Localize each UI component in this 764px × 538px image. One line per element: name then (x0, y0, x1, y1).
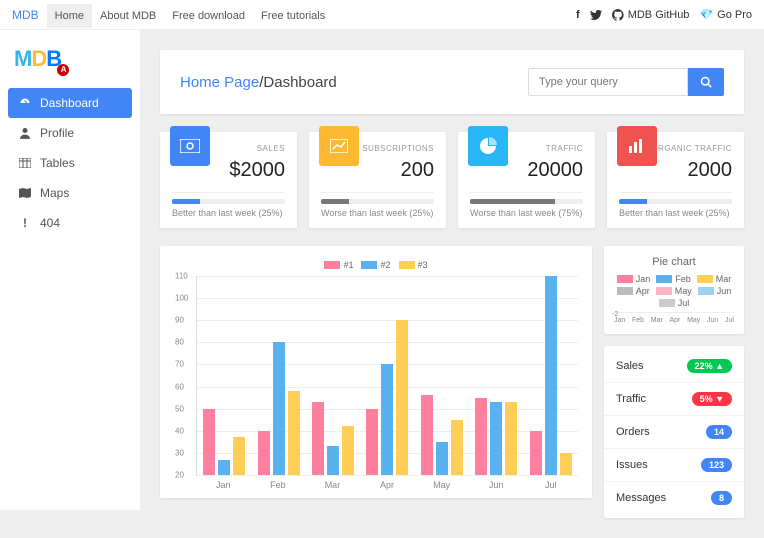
pie-legend-feb[interactable]: Feb (656, 274, 691, 284)
user-icon (18, 127, 32, 139)
gopro-link[interactable]: 💎 Go Pro (699, 8, 752, 21)
github-link[interactable]: MDB GitHub (612, 9, 690, 21)
topnav-item-about-mdb[interactable]: About MDB (92, 4, 164, 28)
main-chart-card: #1#2#3 2030405060708090100110 JanFebMarA… (160, 246, 592, 498)
bar[interactable] (312, 402, 324, 475)
table-icon (18, 158, 32, 168)
bars-icon (617, 126, 657, 166)
progress-bar (470, 199, 583, 204)
legend-#3[interactable]: #3 (399, 260, 428, 270)
bar[interactable] (545, 276, 557, 475)
chart-icon (319, 126, 359, 166)
bar[interactable] (490, 402, 502, 475)
logo: MDBA (8, 38, 132, 88)
summary-list: Sales22% ▲Traffic5% ▼Orders14Issues123Me… (604, 346, 744, 518)
bar[interactable] (233, 437, 245, 475)
bar[interactable] (218, 460, 230, 475)
excl-icon: ! (18, 216, 32, 230)
money-icon (170, 126, 210, 166)
topnav-item-free-tutorials[interactable]: Free tutorials (253, 4, 333, 28)
sidebar-item-dashboard[interactable]: Dashboard (8, 88, 132, 118)
search-button[interactable] (688, 68, 724, 96)
bar[interactable] (560, 453, 572, 475)
gauge-icon (18, 97, 32, 109)
search-input[interactable] (528, 68, 688, 96)
stat-card-sales: SALES$2000Better than last week (25%) (160, 132, 297, 228)
bar[interactable] (258, 431, 270, 475)
twitter-icon[interactable] (590, 10, 602, 20)
progress-bar (172, 199, 285, 204)
bar[interactable] (203, 409, 215, 475)
legend-#1[interactable]: #1 (324, 260, 353, 270)
badge: 123 (701, 458, 732, 472)
stat-card-subscriptions: SUBSCRIPTIONS200Worse than last week (25… (309, 132, 446, 228)
breadcrumb: Home Page/Dashboard (180, 74, 337, 91)
badge: 14 (706, 425, 732, 439)
bar[interactable] (451, 420, 463, 475)
bar[interactable] (381, 364, 393, 475)
pie-legend-mar[interactable]: Mar (697, 274, 732, 284)
list-item-traffic[interactable]: Traffic5% ▼ (604, 383, 744, 416)
bar[interactable] (342, 426, 354, 475)
bar[interactable] (530, 431, 542, 475)
bar[interactable] (436, 442, 448, 475)
stat-card-organic-traffic: ORGANIC TRAFFIC2000Better than last week… (607, 132, 744, 228)
pie-legend-jan[interactable]: Jan (617, 274, 651, 284)
pie-chart-card: Pie chart JanFebMarAprMayJunJul -2JanFeb… (604, 246, 744, 334)
list-item-orders[interactable]: Orders14 (604, 416, 744, 449)
header-card: Home Page/Dashboard (160, 50, 744, 114)
brand-link[interactable]: MDB (12, 8, 39, 22)
breadcrumb-home[interactable]: Home Page (180, 74, 259, 91)
bar[interactable] (273, 342, 285, 475)
top-nav: MDB HomeAbout MDBFree downloadFree tutor… (0, 0, 764, 30)
map-icon (18, 188, 32, 198)
progress-bar (321, 199, 434, 204)
progress-bar (619, 199, 732, 204)
bar[interactable] (396, 320, 408, 475)
list-item-issues[interactable]: Issues123 (604, 449, 744, 482)
bar[interactable] (421, 395, 433, 475)
sidebar-item-404[interactable]: !404 (8, 208, 132, 238)
bar[interactable] (475, 398, 487, 475)
badge: 5% ▼ (692, 392, 732, 406)
facebook-icon[interactable]: f (576, 9, 580, 21)
badge: 22% ▲ (687, 359, 732, 373)
pie-legend-may[interactable]: May (656, 286, 692, 296)
badge: 8 (711, 491, 732, 505)
list-item-messages[interactable]: Messages8 (604, 482, 744, 514)
list-item-sales[interactable]: Sales22% ▲ (604, 350, 744, 383)
bar[interactable] (366, 409, 378, 475)
bar[interactable] (288, 391, 300, 475)
bar[interactable] (327, 446, 339, 475)
sidebar-item-tables[interactable]: Tables (8, 148, 132, 178)
pie-legend-jul[interactable]: Jul (659, 298, 690, 308)
pie-legend-apr[interactable]: Apr (617, 286, 650, 296)
topnav-item-free-download[interactable]: Free download (164, 4, 253, 28)
pie-legend-jun[interactable]: Jun (698, 286, 732, 296)
legend-#2[interactable]: #2 (361, 260, 390, 270)
stat-card-traffic: TRAFFIC20000Worse than last week (75%) (458, 132, 595, 228)
sidebar: MDBA DashboardProfileTablesMaps!404 (0, 30, 140, 510)
pie-icon (468, 126, 508, 166)
sidebar-item-maps[interactable]: Maps (8, 178, 132, 208)
bar[interactable] (505, 402, 517, 475)
topnav-item-home[interactable]: Home (47, 4, 92, 28)
sidebar-item-profile[interactable]: Profile (8, 118, 132, 148)
